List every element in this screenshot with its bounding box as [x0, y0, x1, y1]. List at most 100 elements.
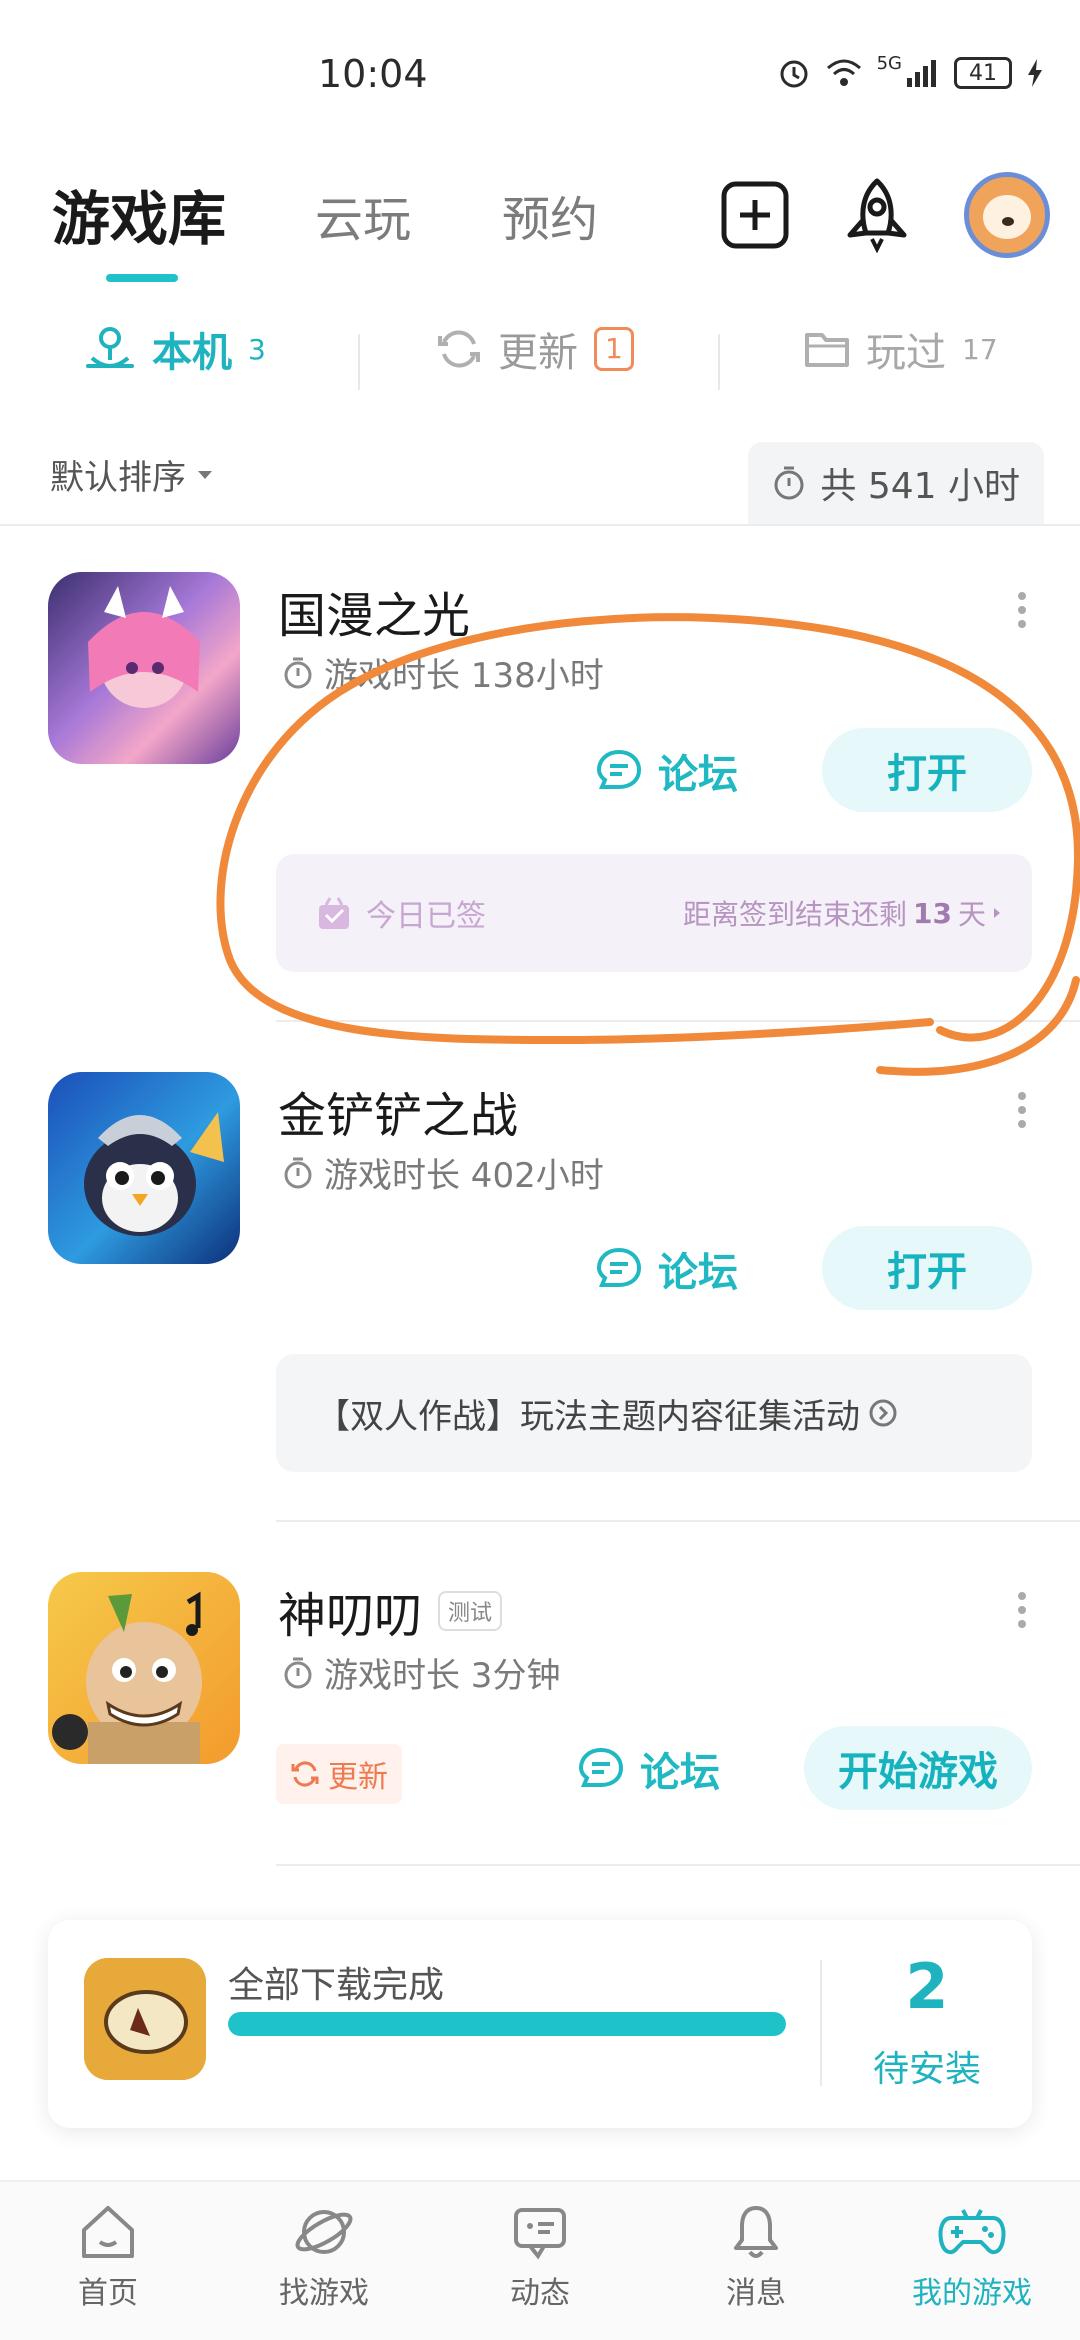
game-artwork: [84, 1112, 224, 1236]
caret-down-icon: [198, 470, 212, 479]
game-title[interactable]: 神叨叨 测试: [278, 1576, 503, 1646]
pending-install-count: 2: [905, 1950, 949, 2023]
alarm-icon: [780, 60, 808, 88]
chat-card-icon: [514, 2208, 566, 2260]
rocket-icon[interactable]: [842, 177, 912, 253]
timer-icon: [284, 657, 312, 688]
forum-button[interactable]: 论坛: [596, 742, 738, 800]
start-game-button[interactable]: 开始游戏: [804, 1726, 1032, 1810]
arrow-circle-icon: [869, 1399, 897, 1427]
sub-tab-update[interactable]: 更新 1: [436, 320, 634, 378]
sort-label: 默认排序: [50, 458, 186, 498]
open-game-button[interactable]: 打开: [822, 728, 1032, 812]
sub-tab-label: 更新: [498, 330, 578, 376]
download-progress-bar: [228, 2012, 786, 2036]
top-actions: [720, 172, 1050, 258]
total-time: 共 541 小时: [820, 466, 1020, 507]
game-title[interactable]: 金铲铲之战: [278, 1076, 518, 1146]
event-banner[interactable]: 【双人作战】玩法主题内容征集活动: [276, 1354, 1032, 1472]
divider: [276, 1020, 1080, 1022]
divider: [276, 1520, 1080, 1522]
refresh-icon: [291, 1761, 319, 1787]
total-time-box: 共 541 小时: [748, 442, 1044, 524]
tab-cloud-play[interactable]: 云玩: [315, 180, 411, 250]
game-play-time: 游戏时长 402小时: [282, 1148, 604, 1197]
nav-messages[interactable]: 消息: [648, 2182, 864, 2340]
more-options-icon[interactable]: [1016, 1590, 1028, 1630]
open-label: 打开: [887, 1249, 967, 1295]
timer-icon: [284, 1157, 312, 1188]
network-label: 5G: [876, 52, 902, 74]
home-icon: [82, 2206, 134, 2258]
nav-my-games[interactable]: 我的游戏: [864, 2182, 1080, 2340]
more-options-icon[interactable]: [1016, 1090, 1028, 1130]
sub-tab-local[interactable]: 本机 3: [84, 320, 266, 378]
forum-button[interactable]: 论坛: [596, 1240, 738, 1298]
nav-feed[interactable]: 动态: [432, 2182, 648, 2340]
game-icon[interactable]: [48, 1072, 240, 1264]
forum-icon: [596, 1247, 642, 1287]
gift-check-icon: [319, 897, 349, 929]
game-artwork: [52, 1591, 202, 1764]
game-icon[interactable]: [48, 572, 240, 764]
game-artwork: [88, 586, 200, 708]
planet-icon: [295, 2210, 353, 2254]
more-options-icon[interactable]: [1016, 590, 1028, 630]
download-label: 全部下载完成: [228, 1965, 445, 2006]
game-card: 金铲铲之战 游戏时长 402小时 论坛 打开 【双人作战】玩法主题内容征集活动: [0, 1072, 1080, 1522]
forum-label: 论坛: [640, 1750, 720, 1796]
forum-icon: [596, 749, 642, 789]
folder-icon: [805, 333, 849, 367]
game-title[interactable]: 国漫之光: [278, 576, 470, 646]
tab-game-library[interactable]: 游戏库: [52, 172, 226, 256]
chevron-right-icon: [994, 908, 1000, 918]
forum-icon: [578, 1747, 624, 1787]
game-card: 国漫之光 游戏时长 138小时 论坛 打开 今日已签 距离签到结束还剩 13 天: [0, 572, 1080, 1022]
nav-home[interactable]: 首页: [0, 2182, 216, 2340]
sort-bar: 默认排序 共 541 小时: [0, 440, 1080, 524]
game-artwork: [84, 1958, 206, 2080]
game-icon[interactable]: [48, 1572, 240, 1764]
checkin-bar[interactable]: 今日已签 距离签到结束还剩 13 天: [276, 854, 1032, 972]
sub-tab-count: 17: [962, 332, 998, 366]
forum-button[interactable]: 论坛: [578, 1740, 720, 1798]
bell-icon: [734, 2206, 778, 2258]
battery-indicator: 41: [954, 57, 1012, 89]
sub-tab-label: 玩过: [866, 330, 946, 376]
timer-icon: [284, 1657, 312, 1688]
signal-icon: [907, 60, 936, 87]
download-status-card[interactable]: 全部下载完成 2 待安装: [48, 1920, 1032, 2128]
local-device-icon: [86, 327, 134, 368]
divider: [358, 334, 360, 390]
timer-icon: [774, 466, 804, 500]
open-label: 打开: [887, 751, 967, 797]
game-play-time: 游戏时长 3分钟: [282, 1648, 560, 1697]
refresh-icon: [438, 330, 480, 368]
nav-label: 找游戏: [279, 2276, 369, 2311]
divider: [276, 1864, 1080, 1866]
game-title-text: 国漫之光: [278, 588, 471, 644]
add-icon[interactable]: [720, 180, 790, 250]
test-tag: 测试: [438, 1591, 503, 1631]
sub-tab-played[interactable]: 玩过 17: [804, 320, 998, 378]
sort-dropdown[interactable]: 默认排序: [50, 450, 214, 499]
nav-label: 我的游戏: [912, 2276, 1032, 2311]
open-game-button[interactable]: 打开: [822, 1226, 1032, 1310]
update-button[interactable]: 更新: [276, 1744, 402, 1804]
game-play-time: 游戏时长 138小时: [282, 648, 604, 697]
nav-label: 首页: [78, 2276, 138, 2311]
gamepad-icon: [938, 2209, 1006, 2255]
charging-icon: [1028, 59, 1042, 87]
update-count-badge: 1: [594, 327, 634, 371]
battery-level: 41: [969, 60, 997, 86]
sub-tab-label: 本机: [152, 330, 232, 376]
wifi-icon: [826, 59, 861, 86]
nav-find-games[interactable]: 找游戏: [216, 2182, 432, 2340]
bottom-navigation: 首页 找游戏 动态 消息 我的游戏: [0, 2180, 1080, 2340]
status-bar: 10:04 5G 41: [0, 0, 1080, 150]
avatar[interactable]: [964, 172, 1050, 258]
top-navigation: 游戏库 云玩 预约: [0, 160, 1080, 290]
tab-reservation[interactable]: 预约: [502, 180, 598, 250]
game-card: 神叨叨 测试 游戏时长 3分钟 更新 论坛 开始游戏: [0, 1572, 1080, 1872]
checkin-status: 今日已签: [366, 899, 486, 934]
